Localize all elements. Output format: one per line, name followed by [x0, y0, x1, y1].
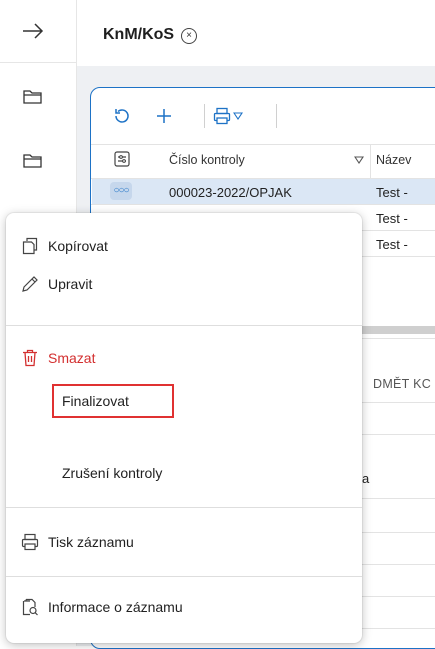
copy-icon [20, 236, 40, 256]
menu-item-cancel-control[interactable]: Zrušení kontroly [6, 457, 362, 489]
menu-divider [6, 576, 362, 577]
menu-item-delete[interactable]: Smazat [6, 342, 362, 374]
menu-divider [6, 507, 362, 508]
menu-item-print[interactable]: Tisk záznamu [6, 526, 362, 558]
chevron-down-icon[interactable] [231, 104, 245, 128]
table-cell-nazev: Test - [376, 237, 408, 252]
print-icon[interactable] [211, 104, 233, 128]
toolbar-divider [204, 104, 205, 128]
menu-item-label: Smazat [48, 350, 96, 366]
row-divider [91, 204, 435, 205]
add-icon[interactable] [153, 104, 175, 128]
table-cell-nazev: Test - [376, 211, 408, 226]
menu-item-label: Upravit [48, 276, 93, 292]
menu-item-label: Kopírovat [48, 238, 108, 254]
pencil-icon [20, 274, 40, 294]
table-cell-cislo: 000023-2022/OPJAK [169, 185, 292, 200]
toolbar-divider [276, 104, 277, 128]
folder-icon[interactable] [20, 84, 46, 110]
menu-item-copy[interactable]: Kopírovat [6, 230, 362, 262]
section-heading: DMĚT KC [373, 377, 432, 391]
header-divider [91, 144, 435, 145]
print-icon [20, 532, 40, 552]
column-divider [370, 144, 371, 178]
folder-icon[interactable] [20, 148, 46, 174]
menu-divider [6, 325, 362, 326]
arrow-right-icon[interactable] [20, 18, 46, 44]
column-settings-icon[interactable] [112, 149, 132, 169]
partial-text: a [362, 471, 370, 486]
menu-item-label: Zrušení kontroly [62, 465, 163, 481]
page-title: KnM/KoS [103, 26, 175, 43]
column-header-nazev[interactable]: Název [376, 153, 411, 167]
highlight-frame [52, 384, 174, 418]
menu-item-label: Informace o záznamu [48, 599, 183, 615]
menu-item-label: Tisk záznamu [48, 534, 134, 550]
menu-item-info[interactable]: Informace o záznamu [6, 591, 362, 623]
row-actions-icon[interactable]: ○○○ [110, 182, 132, 200]
column-header-cislo[interactable]: Číslo kontroly [169, 153, 245, 167]
table-cell-nazev: Test - [376, 185, 408, 200]
context-menu: Kopírovat Upravit Smazat Finalizovat Zru… [6, 213, 362, 643]
page-header: KnM/KoS × [77, 0, 435, 66]
rail-divider [0, 62, 76, 63]
refresh-icon[interactable] [111, 104, 133, 128]
trash-icon [20, 348, 40, 368]
close-tab-icon[interactable]: × [181, 28, 197, 44]
document-search-icon [20, 597, 40, 617]
filter-icon[interactable] [353, 154, 365, 166]
menu-item-edit[interactable]: Upravit [6, 268, 362, 300]
